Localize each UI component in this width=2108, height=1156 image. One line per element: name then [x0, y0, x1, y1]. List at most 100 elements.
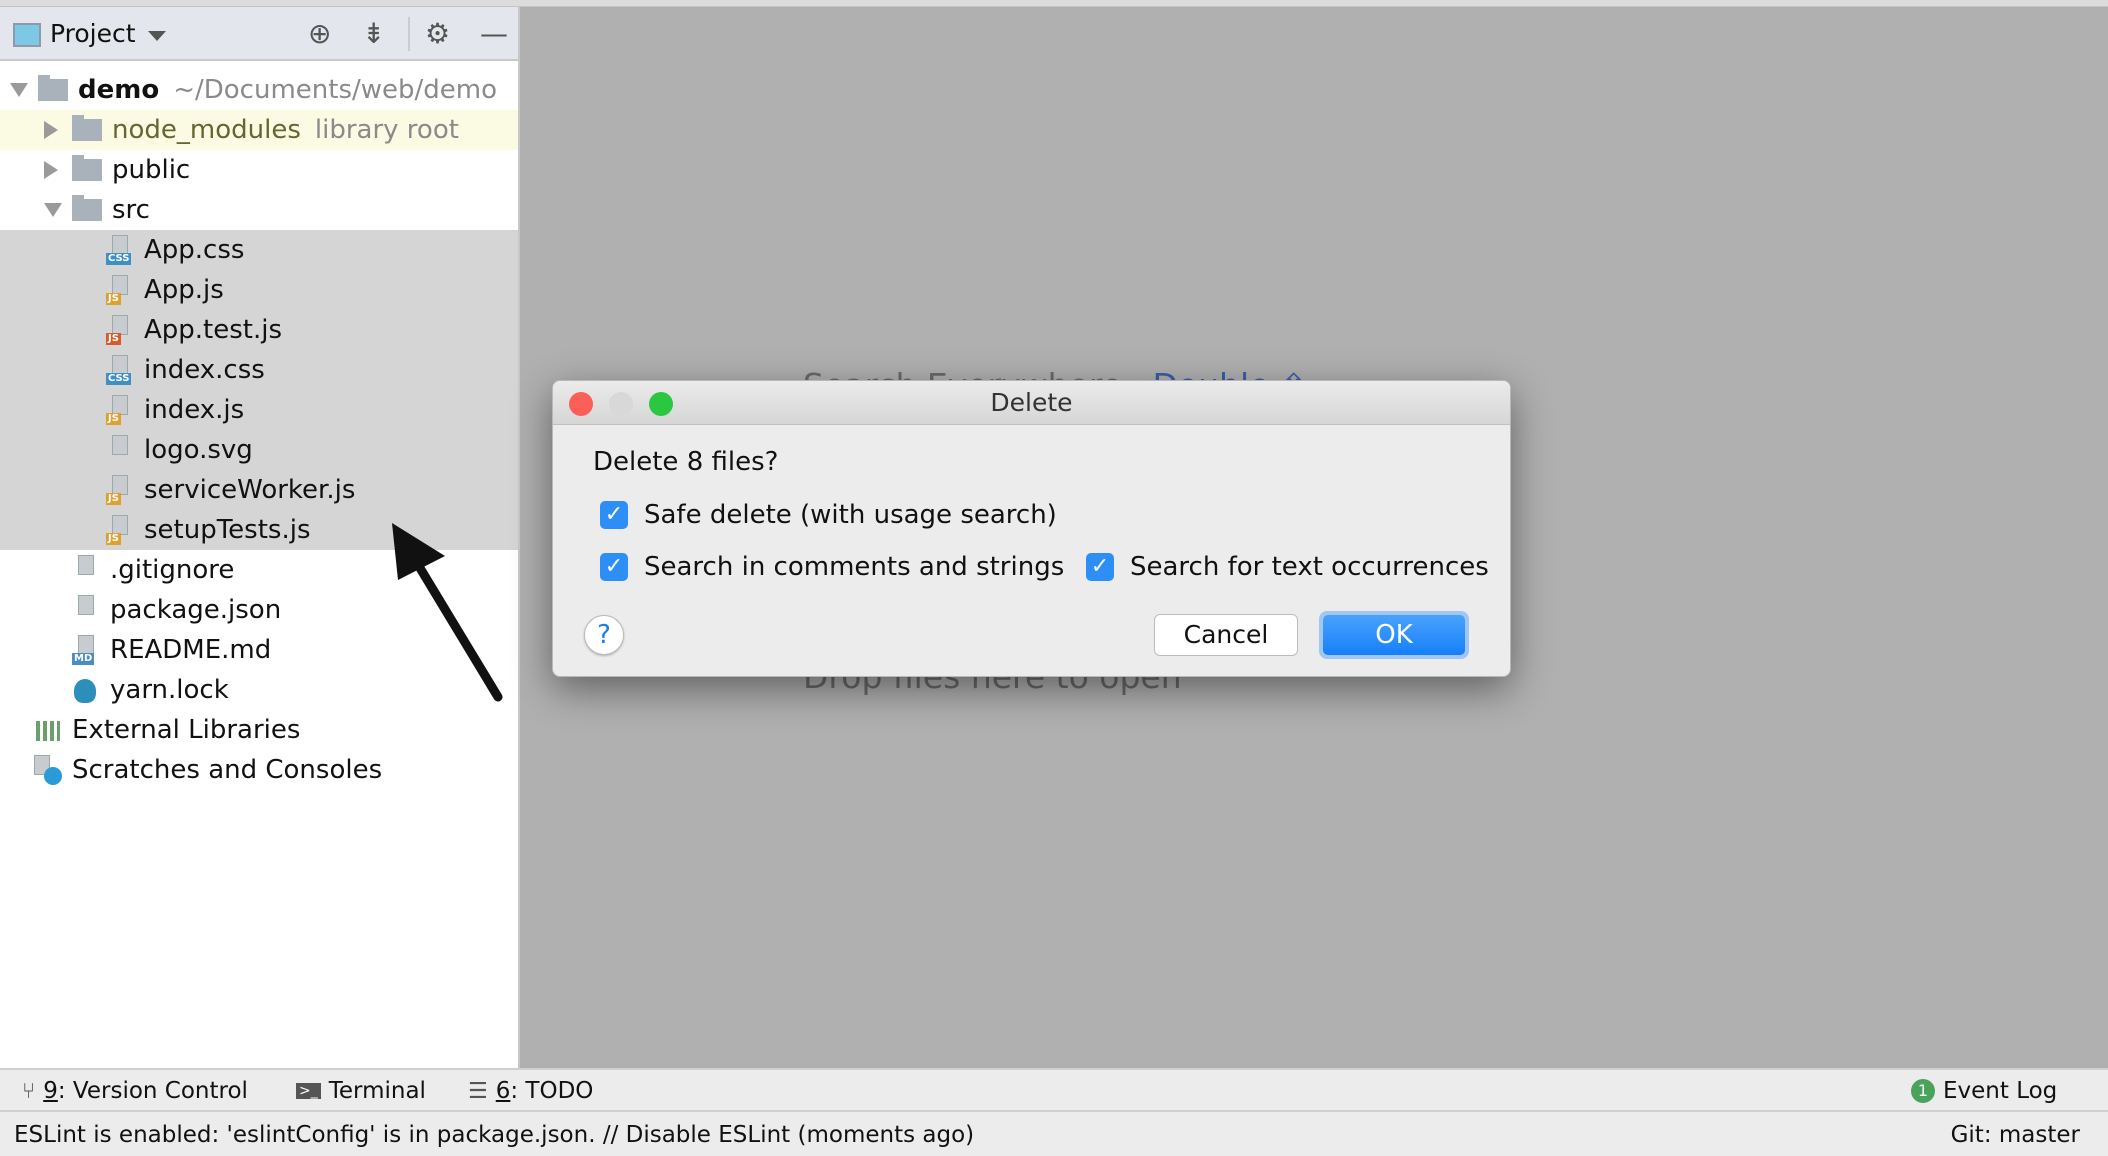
- tree-item[interactable]: JS index.js: [0, 390, 518, 430]
- checkbox-checked-icon[interactable]: ✓: [1086, 553, 1114, 581]
- maximize-window-button[interactable]: [649, 392, 673, 416]
- tree-item-label: demo ~/Documents/web/demo: [78, 70, 497, 110]
- tree-item-label: App.js: [144, 270, 224, 310]
- tree-item-label: src: [112, 190, 150, 230]
- version-control-tab[interactable]: ⑂ 9: Version Control: [22, 1078, 248, 1104]
- tree-item[interactable]: CSS App.css: [0, 230, 518, 270]
- search-text-checkbox[interactable]: ✓ Search for text occurrences: [1086, 552, 1489, 582]
- todo-label: : TODO: [510, 1078, 594, 1104]
- js-file-icon: JS: [106, 475, 132, 505]
- tree-item[interactable]: JS App.test.js: [0, 310, 518, 350]
- header-divider: [408, 17, 410, 51]
- item-name: setupTests.js: [144, 515, 311, 545]
- css-file-icon: CSS: [106, 355, 132, 385]
- tree-item[interactable]: JS setupTests.js: [0, 510, 518, 550]
- dialog-title-bar: Delete: [553, 381, 1510, 425]
- event-log-tab[interactable]: 1 Event Log: [1911, 1078, 2057, 1104]
- gear-icon[interactable]: ⚙: [425, 19, 450, 49]
- tree-item-label: index.css: [144, 350, 265, 390]
- branch-icon: ⑂: [22, 1078, 36, 1104]
- item-annotation: ~/Documents/web/demo: [173, 75, 498, 105]
- item-name: index.css: [144, 355, 265, 385]
- dialog-title: Delete: [990, 388, 1073, 417]
- event-log-label: Event Log: [1943, 1078, 2058, 1104]
- tree-item[interactable]: External Libraries: [0, 710, 518, 750]
- collapse-all-icon[interactable]: ⇟: [362, 19, 385, 49]
- tree-item[interactable]: src: [0, 190, 518, 230]
- tree-item-label: serviceWorker.js: [144, 470, 355, 510]
- status-bar: ESLint is enabled: 'eslintConfig' is in …: [0, 1110, 2108, 1156]
- item-name: src: [112, 195, 150, 225]
- item-name: External Libraries: [72, 715, 301, 745]
- project-view-selector[interactable]: Project: [50, 19, 136, 48]
- tree-item[interactable]: .gitignore: [0, 550, 518, 590]
- tree-item-label: index.js: [144, 390, 244, 430]
- item-name: README.md: [110, 635, 272, 665]
- collapsed-arrow-icon[interactable]: [44, 121, 58, 139]
- todo-shortcut: 6: [495, 1078, 511, 1104]
- expanded-arrow-icon[interactable]: [10, 83, 28, 97]
- tree-item[interactable]: logo.svg: [0, 430, 518, 470]
- close-window-button[interactable]: [569, 392, 593, 416]
- safe-delete-checkbox[interactable]: ✓ Safe delete (with usage search): [600, 500, 1057, 530]
- terminal-icon: >_: [296, 1083, 321, 1099]
- tree-item[interactable]: JS serviceWorker.js: [0, 470, 518, 510]
- todo-tab[interactable]: ☰ 6: TODO: [468, 1078, 593, 1104]
- tree-item-label: App.css: [144, 230, 244, 270]
- generic-file-icon: [106, 435, 132, 465]
- tree-item-label: Scratches and Consoles: [72, 750, 382, 790]
- search-text-label: Search for text occurrences: [1130, 552, 1489, 582]
- yarn-file-icon: [72, 675, 98, 705]
- js-file-icon: JS: [106, 395, 132, 425]
- tree-item[interactable]: JS App.js: [0, 270, 518, 310]
- checkbox-checked-icon[interactable]: ✓: [600, 501, 628, 529]
- item-name: index.js: [144, 395, 245, 425]
- tree-item-label: node_modules library root: [112, 110, 459, 150]
- delete-dialog: Delete Delete 8 files? ✓ Safe delete (wit…: [552, 380, 1511, 677]
- folder-icon: [72, 155, 102, 181]
- status-message[interactable]: ESLint is enabled: 'eslintConfig' is in …: [14, 1122, 974, 1148]
- item-name: logo.svg: [144, 435, 253, 465]
- tree-item-label: setupTests.js: [144, 510, 311, 550]
- event-count-badge: 1: [1911, 1079, 1935, 1103]
- tree-item-label: External Libraries: [72, 710, 300, 750]
- scratches-icon: [34, 755, 62, 785]
- cancel-button[interactable]: Cancel: [1154, 614, 1298, 656]
- md-file-icon: MD: [72, 635, 98, 665]
- tree-item[interactable]: yarn.lock: [0, 670, 518, 710]
- js-file-icon: JS: [106, 315, 132, 345]
- git-branch-widget[interactable]: Git: master: [1951, 1122, 2080, 1148]
- chevron-down-icon[interactable]: [148, 31, 166, 41]
- item-name: Scratches and Consoles: [72, 755, 383, 785]
- terminal-tab[interactable]: >_ Terminal: [296, 1078, 426, 1104]
- generic-file-icon: [72, 555, 98, 585]
- js-file-icon: JS: [106, 515, 132, 545]
- ok-button[interactable]: OK: [1319, 611, 1469, 659]
- search-comments-checkbox[interactable]: ✓ Search in comments and strings: [600, 552, 1064, 582]
- item-name: .gitignore: [110, 555, 235, 585]
- locate-icon[interactable]: ⊕: [308, 19, 331, 49]
- tree-item-label: yarn.lock: [110, 670, 229, 710]
- expanded-arrow-icon[interactable]: [44, 203, 62, 217]
- item-name: public: [112, 155, 191, 185]
- tree-item[interactable]: CSS index.css: [0, 350, 518, 390]
- tree-item[interactable]: demo ~/Documents/web/demo: [0, 70, 518, 110]
- collapsed-arrow-icon[interactable]: [44, 161, 58, 179]
- search-comments-label: Search in comments and strings: [644, 552, 1065, 582]
- tree-item[interactable]: package.json: [0, 590, 518, 630]
- tree-item-label: .gitignore: [110, 550, 234, 590]
- js-file-icon: JS: [106, 275, 132, 305]
- item-name: yarn.lock: [110, 675, 229, 705]
- json-file-icon: [72, 595, 98, 625]
- checkbox-checked-icon[interactable]: ✓: [600, 553, 628, 581]
- tree-item[interactable]: MD README.md: [0, 630, 518, 670]
- window-top-edge: [0, 0, 2108, 7]
- tree-item[interactable]: node_modules library root: [0, 110, 518, 150]
- tree-item-label: App.test.js: [144, 310, 282, 350]
- minimize-icon[interactable]: —: [480, 19, 508, 49]
- item-name: serviceWorker.js: [144, 475, 356, 505]
- help-button[interactable]: ?: [584, 615, 624, 655]
- tree-item[interactable]: public: [0, 150, 518, 190]
- tree-item[interactable]: Scratches and Consoles: [0, 750, 518, 790]
- version-control-label: : Version Control: [57, 1078, 248, 1104]
